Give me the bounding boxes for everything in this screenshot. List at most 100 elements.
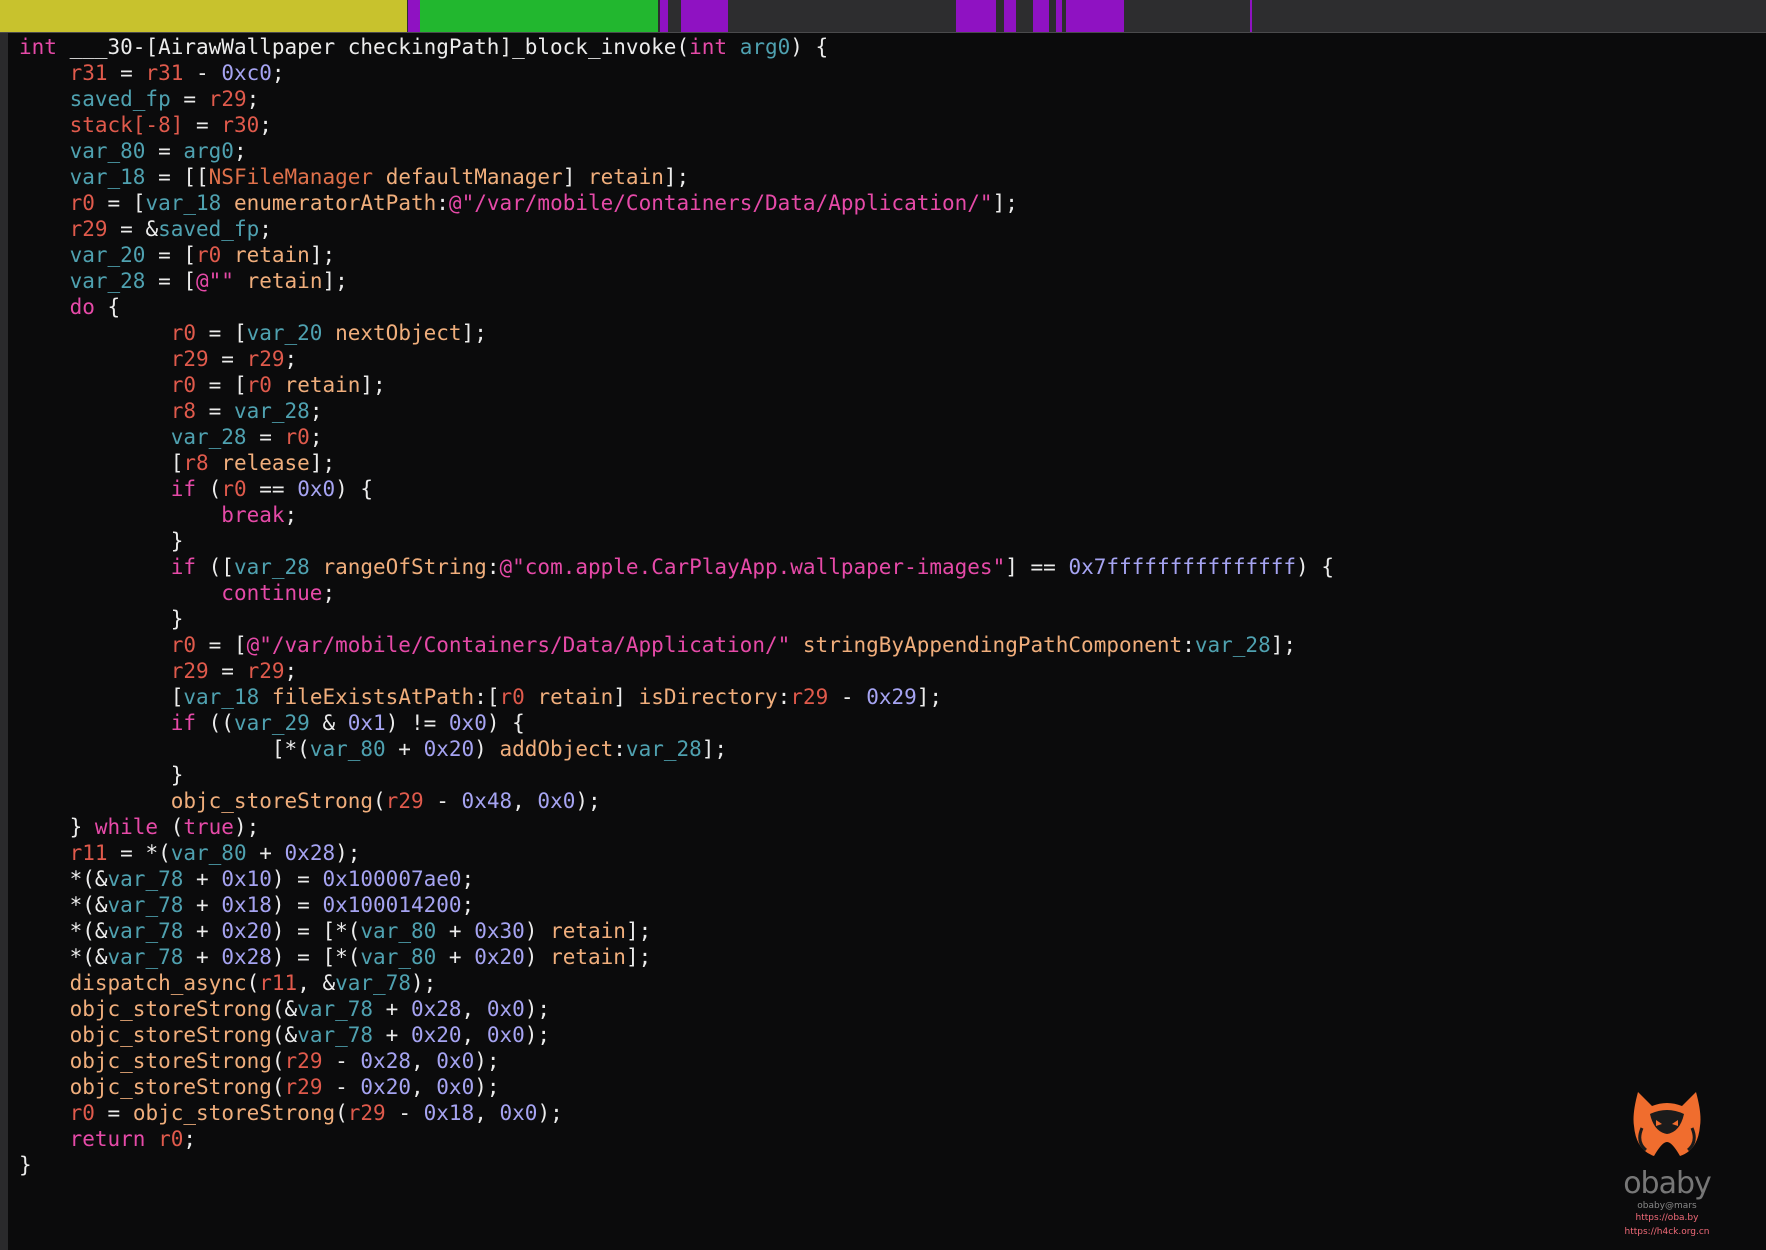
code-token-plain: ]; [461, 321, 487, 345]
code-line[interactable]: do { [19, 294, 1334, 320]
code-line[interactable]: *(&var_78 + 0x28) = [*(var_80 + 0x20) re… [19, 944, 1334, 970]
code-line[interactable]: } [19, 762, 1334, 788]
code-token-number: 0x0 [436, 1075, 475, 1099]
code-token-number: 0x20 [360, 1075, 411, 1099]
code-token-number: 0x20 [474, 945, 525, 969]
code-line[interactable]: [r8 release]; [19, 450, 1334, 476]
code-line[interactable]: r29 = &saved_fp; [19, 216, 1334, 242]
code-token-function: dispatch_async [69, 971, 247, 995]
code-token-variable: var_28 [69, 269, 146, 293]
code-line[interactable]: *(&var_78 + 0x18) = 0x100014200; [19, 892, 1334, 918]
code-line[interactable]: r0 = objc_storeStrong(r29 - 0x18, 0x0); [19, 1100, 1334, 1126]
code-token-selector: release [221, 451, 310, 475]
navigation-bar[interactable] [0, 0, 1766, 33]
code-token-plain: ; [259, 113, 272, 137]
code-token-keyword: if [170, 555, 197, 579]
code-token-plain: , [474, 1101, 500, 1125]
nav-segment-data[interactable] [408, 0, 420, 32]
code-token-plain: + [436, 919, 475, 943]
code-line[interactable]: var_18 = [[NSFileManager defaultManager]… [19, 164, 1334, 190]
code-line[interactable]: *(&var_78 + 0x20) = [*(var_80 + 0x30) re… [19, 918, 1334, 944]
code-line[interactable]: dispatch_async(r11, &var_78); [19, 970, 1334, 996]
code-line[interactable]: r8 = var_28; [19, 398, 1334, 424]
code-token-register: r29 [347, 1101, 386, 1125]
code-token-plain: = [246, 425, 285, 449]
code-line[interactable]: r29 = r29; [19, 346, 1334, 372]
code-line[interactable]: r31 = r31 - 0xc0; [19, 60, 1334, 86]
code-line[interactable]: break; [19, 502, 1334, 528]
code-token-number: 0x20 [410, 1023, 462, 1047]
nav-segment-data-6[interactable] [1033, 0, 1049, 32]
code-token-plain: , [461, 1023, 487, 1047]
code-line[interactable]: if ((var_29 & 0x1) != 0x0) { [19, 710, 1334, 736]
code-token-class-name: NSFileManager [208, 165, 374, 189]
code-line[interactable]: var_80 = arg0; [19, 138, 1334, 164]
nav-segment-data-3[interactable] [681, 0, 728, 32]
code-line[interactable]: } while (true); [19, 814, 1334, 840]
code-token-plain: ); [233, 815, 260, 839]
code-line[interactable]: r11 = *(var_80 + 0x28); [19, 840, 1334, 866]
code-line[interactable]: r0 = [@"/var/mobile/Containers/Data/Appl… [19, 632, 1334, 658]
code-token-selector: rangeOfString [322, 555, 487, 579]
code-line[interactable]: } [19, 1152, 1334, 1178]
nav-segment-data-5[interactable] [1004, 0, 1016, 32]
code-line[interactable]: var_28 = r0; [19, 424, 1334, 450]
code-line[interactable]: r29 = r29; [19, 658, 1334, 684]
code-line[interactable]: r0 = [var_18 enumeratorAtPath:@"/var/mob… [19, 190, 1334, 216]
code-line[interactable]: } [19, 528, 1334, 554]
code-token-plain: = [208, 659, 247, 683]
code-line[interactable]: *(&var_78 + 0x10) = 0x100007ae0; [19, 866, 1334, 892]
nav-segment-data-9[interactable] [1250, 0, 1252, 32]
code-token-plain: ; [461, 867, 475, 891]
code-line[interactable]: stack[-8] = r30; [19, 112, 1334, 138]
code-line[interactable]: var_20 = [r0 retain]; [19, 242, 1334, 268]
code-line[interactable]: var_28 = [@"" retain]; [19, 268, 1334, 294]
code-token-variable: var_78 [335, 971, 411, 995]
code-line[interactable]: [var_18 fileExistsAtPath:[r0 retain] isD… [19, 684, 1334, 710]
nav-segment-data-7[interactable] [1056, 0, 1062, 32]
code-token-plain: (& [271, 997, 298, 1021]
code-token-variable: arg0 [183, 139, 234, 163]
nav-segment-code-2[interactable] [420, 0, 658, 32]
code-token-plain: = *( [107, 841, 171, 865]
code-line[interactable]: return r0; [19, 1126, 1334, 1152]
code-token-keyword: true [183, 815, 234, 839]
code-line[interactable]: [*(var_80 + 0x20) addObject:var_28]; [19, 736, 1334, 762]
code-token-plain: ; [322, 581, 336, 605]
nav-segment-code[interactable] [0, 0, 407, 32]
code-line[interactable]: objc_storeStrong(r29 - 0x48, 0x0); [19, 788, 1334, 814]
code-line[interactable]: if ([var_28 rangeOfString:@"com.apple.Ca… [19, 554, 1334, 580]
code-token-plain: + [373, 997, 411, 1021]
code-line[interactable]: if (r0 == 0x0) { [19, 476, 1334, 502]
code-line[interactable]: r0 = [r0 retain]; [19, 372, 1334, 398]
code-token-number: 0x7fffffffffffffff [1068, 555, 1297, 579]
code-line[interactable]: int ___30-[AirawWallpaper checkingPath]_… [19, 34, 1334, 60]
code-token-plain: , & [297, 971, 336, 995]
nav-segment-data-4[interactable] [956, 0, 996, 32]
code-token-plain: } [19, 763, 184, 787]
code-line[interactable]: objc_storeStrong(r29 - 0x20, 0x0); [19, 1074, 1334, 1100]
nav-segment-data-2[interactable] [660, 0, 668, 32]
code-line[interactable]: saved_fp = r29; [19, 86, 1334, 112]
code-token-register: r8 [183, 451, 209, 475]
code-token-plain: ] == [1005, 555, 1069, 579]
code-line[interactable]: r0 = [var_20 nextObject]; [19, 320, 1334, 346]
code-line[interactable]: continue; [19, 580, 1334, 606]
code-line[interactable]: objc_storeStrong(&var_78 + 0x20, 0x0); [19, 1022, 1334, 1048]
code-token-plain: + [246, 841, 285, 865]
code-token-plain: ( [335, 1101, 348, 1125]
nav-segment-data-8[interactable] [1066, 0, 1124, 32]
code-token-register: stack[-8] [69, 113, 184, 137]
code-line[interactable]: objc_storeStrong(&var_78 + 0x28, 0x0); [19, 996, 1334, 1022]
code-token-plain: = & [107, 217, 159, 241]
code-line[interactable]: } [19, 606, 1334, 632]
code-token-plain: : [486, 555, 500, 579]
pseudocode-view[interactable]: int ___30-[AirawWallpaper checkingPath]_… [19, 34, 1334, 1178]
code-line[interactable]: objc_storeStrong(r29 - 0x28, 0x0); [19, 1048, 1334, 1074]
